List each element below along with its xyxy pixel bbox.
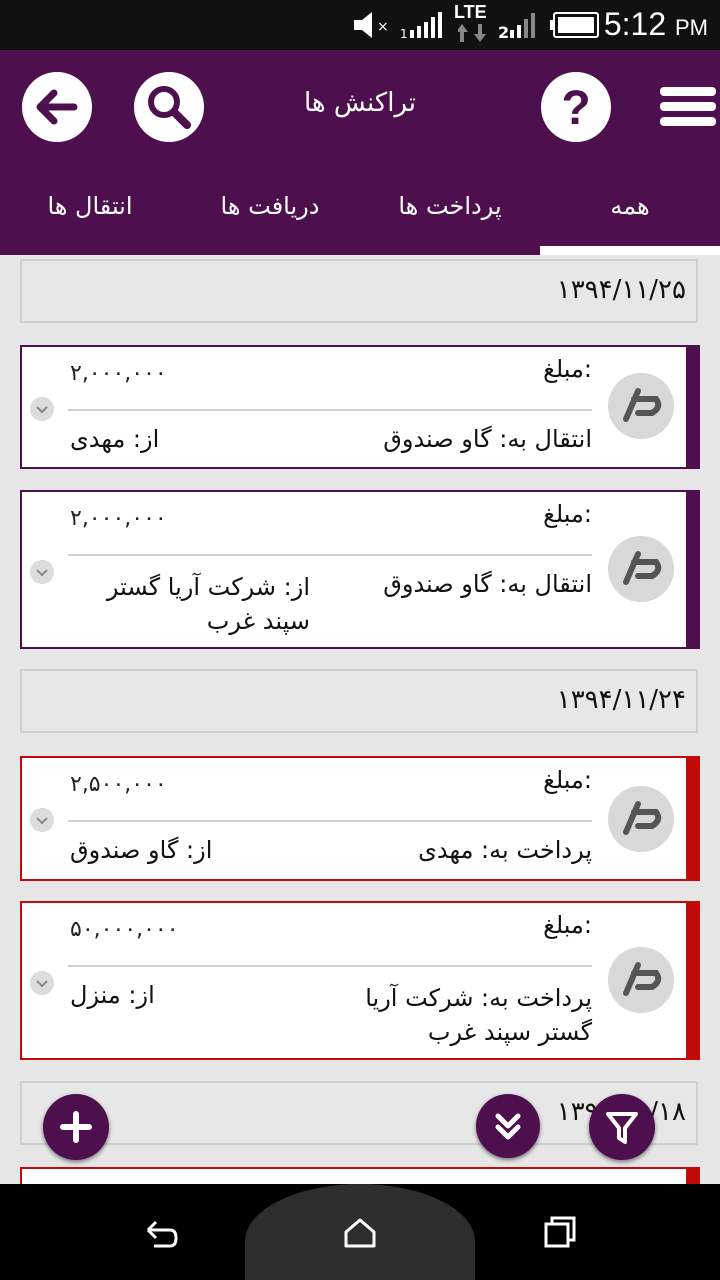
time-value: 5:12 <box>603 6 667 42</box>
data-arrows-icon <box>458 24 486 42</box>
tab-transfers[interactable]: انتقال ها <box>0 192 180 248</box>
amount-label: مبلغ: <box>543 911 592 939</box>
transaction-from: از: منزل <box>70 981 155 1009</box>
lte-label: LTE <box>454 2 487 22</box>
date-label: ۱۳۹۴/۱۱/۲۴ <box>556 685 686 715</box>
transaction-list[interactable]: ۱۳۹۴/۱۱/۲۵ مبلغ: ۲,۰۰۰,۰۰۰ انتقال به: گا… <box>0 255 720 1184</box>
chevron-down-icon[interactable] <box>30 971 54 995</box>
amount-value: ۵۰,۰۰۰,۰۰۰ <box>70 917 179 942</box>
transaction-card[interactable]: مبلغ: ۲,۵۰۰,۰۰۰ پرداخت به: مهدی از: گاو … <box>20 756 700 881</box>
help-icon: ? <box>561 82 590 135</box>
search-icon <box>148 86 191 129</box>
transaction-card[interactable]: مبلغ: ۲,۰۰۰,۰۰۰ انتقال به: گاو صندوق از:… <box>20 490 700 649</box>
mute-icon: × <box>354 12 389 38</box>
tab-receipts[interactable]: دریافت ها <box>180 192 360 248</box>
svg-text:×: × <box>377 19 389 35</box>
amount-value: ۲,۰۰۰,۰۰۰ <box>70 361 167 386</box>
tab-all-label: همه <box>610 192 650 220</box>
transaction-to: انتقال به: گاو صندوق <box>383 425 592 453</box>
back-nav-icon[interactable] <box>140 1212 180 1252</box>
app-bar: تراکنش ها ? همه پرداخت ها دریافت ها انتق… <box>0 50 720 255</box>
card-type-stripe <box>686 492 698 647</box>
time-ampm: PM <box>675 15 708 40</box>
card-type-stripe <box>686 758 698 879</box>
recents-nav-icon[interactable] <box>540 1212 580 1252</box>
transaction-card[interactable] <box>20 1167 700 1184</box>
amount-label: مبلغ: <box>543 500 592 528</box>
add-button[interactable] <box>43 1094 109 1160</box>
active-tab-indicator <box>540 246 720 255</box>
svg-text:?: ? <box>561 82 590 135</box>
back-button[interactable] <box>22 72 92 142</box>
battery-icon <box>550 12 599 38</box>
tab-all[interactable]: همه <box>540 192 720 248</box>
transaction-logo-icon <box>608 373 674 439</box>
amount-label: مبلغ: <box>543 355 592 383</box>
signal-icon-2: 2 <box>498 13 535 40</box>
plus-icon <box>60 1111 92 1143</box>
chevron-down-icon[interactable] <box>30 397 54 421</box>
system-nav-bar <box>0 1184 720 1280</box>
transaction-from: از: مهدی <box>70 425 160 453</box>
date-header: ۱۳۹۴/۱۱/۲۵ <box>20 259 698 323</box>
search-button[interactable] <box>134 72 204 142</box>
transaction-card[interactable]: مبلغ: ۵۰,۰۰۰,۰۰۰ پرداخت به: شرکت آریا گس… <box>20 901 700 1060</box>
transaction-logo-icon <box>608 786 674 852</box>
scroll-down-button[interactable] <box>476 1094 540 1158</box>
status-bar: × 1 LTE 2 5:12 PM <box>0 0 720 50</box>
transaction-to: پرداخت به: مهدی <box>418 836 592 864</box>
home-nav-icon[interactable] <box>340 1212 380 1252</box>
date-header: ۱۳۹۴/۱۱/۲۴ <box>20 669 698 733</box>
tab-payments[interactable]: پرداخت ها <box>360 192 540 248</box>
amount-label: مبلغ: <box>543 766 592 794</box>
tab-receipts-label: دریافت ها <box>220 192 320 220</box>
hamburger-menu-icon[interactable] <box>660 87 716 129</box>
svg-text:2: 2 <box>498 23 509 40</box>
transaction-card[interactable]: مبلغ: ۲,۰۰۰,۰۰۰ انتقال به: گاو صندوق از:… <box>20 345 700 469</box>
help-button[interactable]: ? <box>541 72 611 142</box>
card-type-stripe <box>686 347 698 467</box>
filter-button[interactable] <box>589 1094 655 1160</box>
transaction-from: از: شرکت آریا گستر سپند غرب <box>106 573 310 635</box>
double-chevron-down-icon <box>495 1113 521 1140</box>
card-divider <box>68 965 592 967</box>
transaction-to: انتقال به: گاو صندوق <box>383 570 592 598</box>
chevron-down-icon[interactable] <box>30 560 54 584</box>
page-title: تراکنش ها <box>303 88 417 118</box>
arrow-left-icon <box>36 89 78 125</box>
transaction-from: از: گاو صندوق <box>70 836 213 864</box>
card-divider <box>68 409 592 411</box>
amount-value: ۲,۰۰۰,۰۰۰ <box>70 506 167 531</box>
status-time: 5:12 PM <box>604 6 708 43</box>
svg-text:1: 1 <box>400 27 408 40</box>
transaction-logo-icon <box>608 536 674 602</box>
filter-icon <box>606 1112 638 1144</box>
transaction-to: پرداخت به: شرکت آریا گستر سپند غرب <box>365 984 592 1046</box>
transaction-logo-icon <box>608 947 674 1013</box>
card-type-stripe <box>686 1169 698 1184</box>
card-type-stripe <box>686 903 698 1058</box>
tab-transfers-label: انتقال ها <box>47 192 133 220</box>
card-divider <box>68 554 592 556</box>
signal-icon-1: 1 <box>400 12 442 40</box>
amount-value: ۲,۵۰۰,۰۰۰ <box>70 772 167 797</box>
tab-payments-label: پرداخت ها <box>398 192 502 220</box>
date-label: ۱۳۹۴/۱۱/۲۵ <box>556 275 686 305</box>
card-divider <box>68 820 592 822</box>
chevron-down-icon[interactable] <box>30 808 54 832</box>
